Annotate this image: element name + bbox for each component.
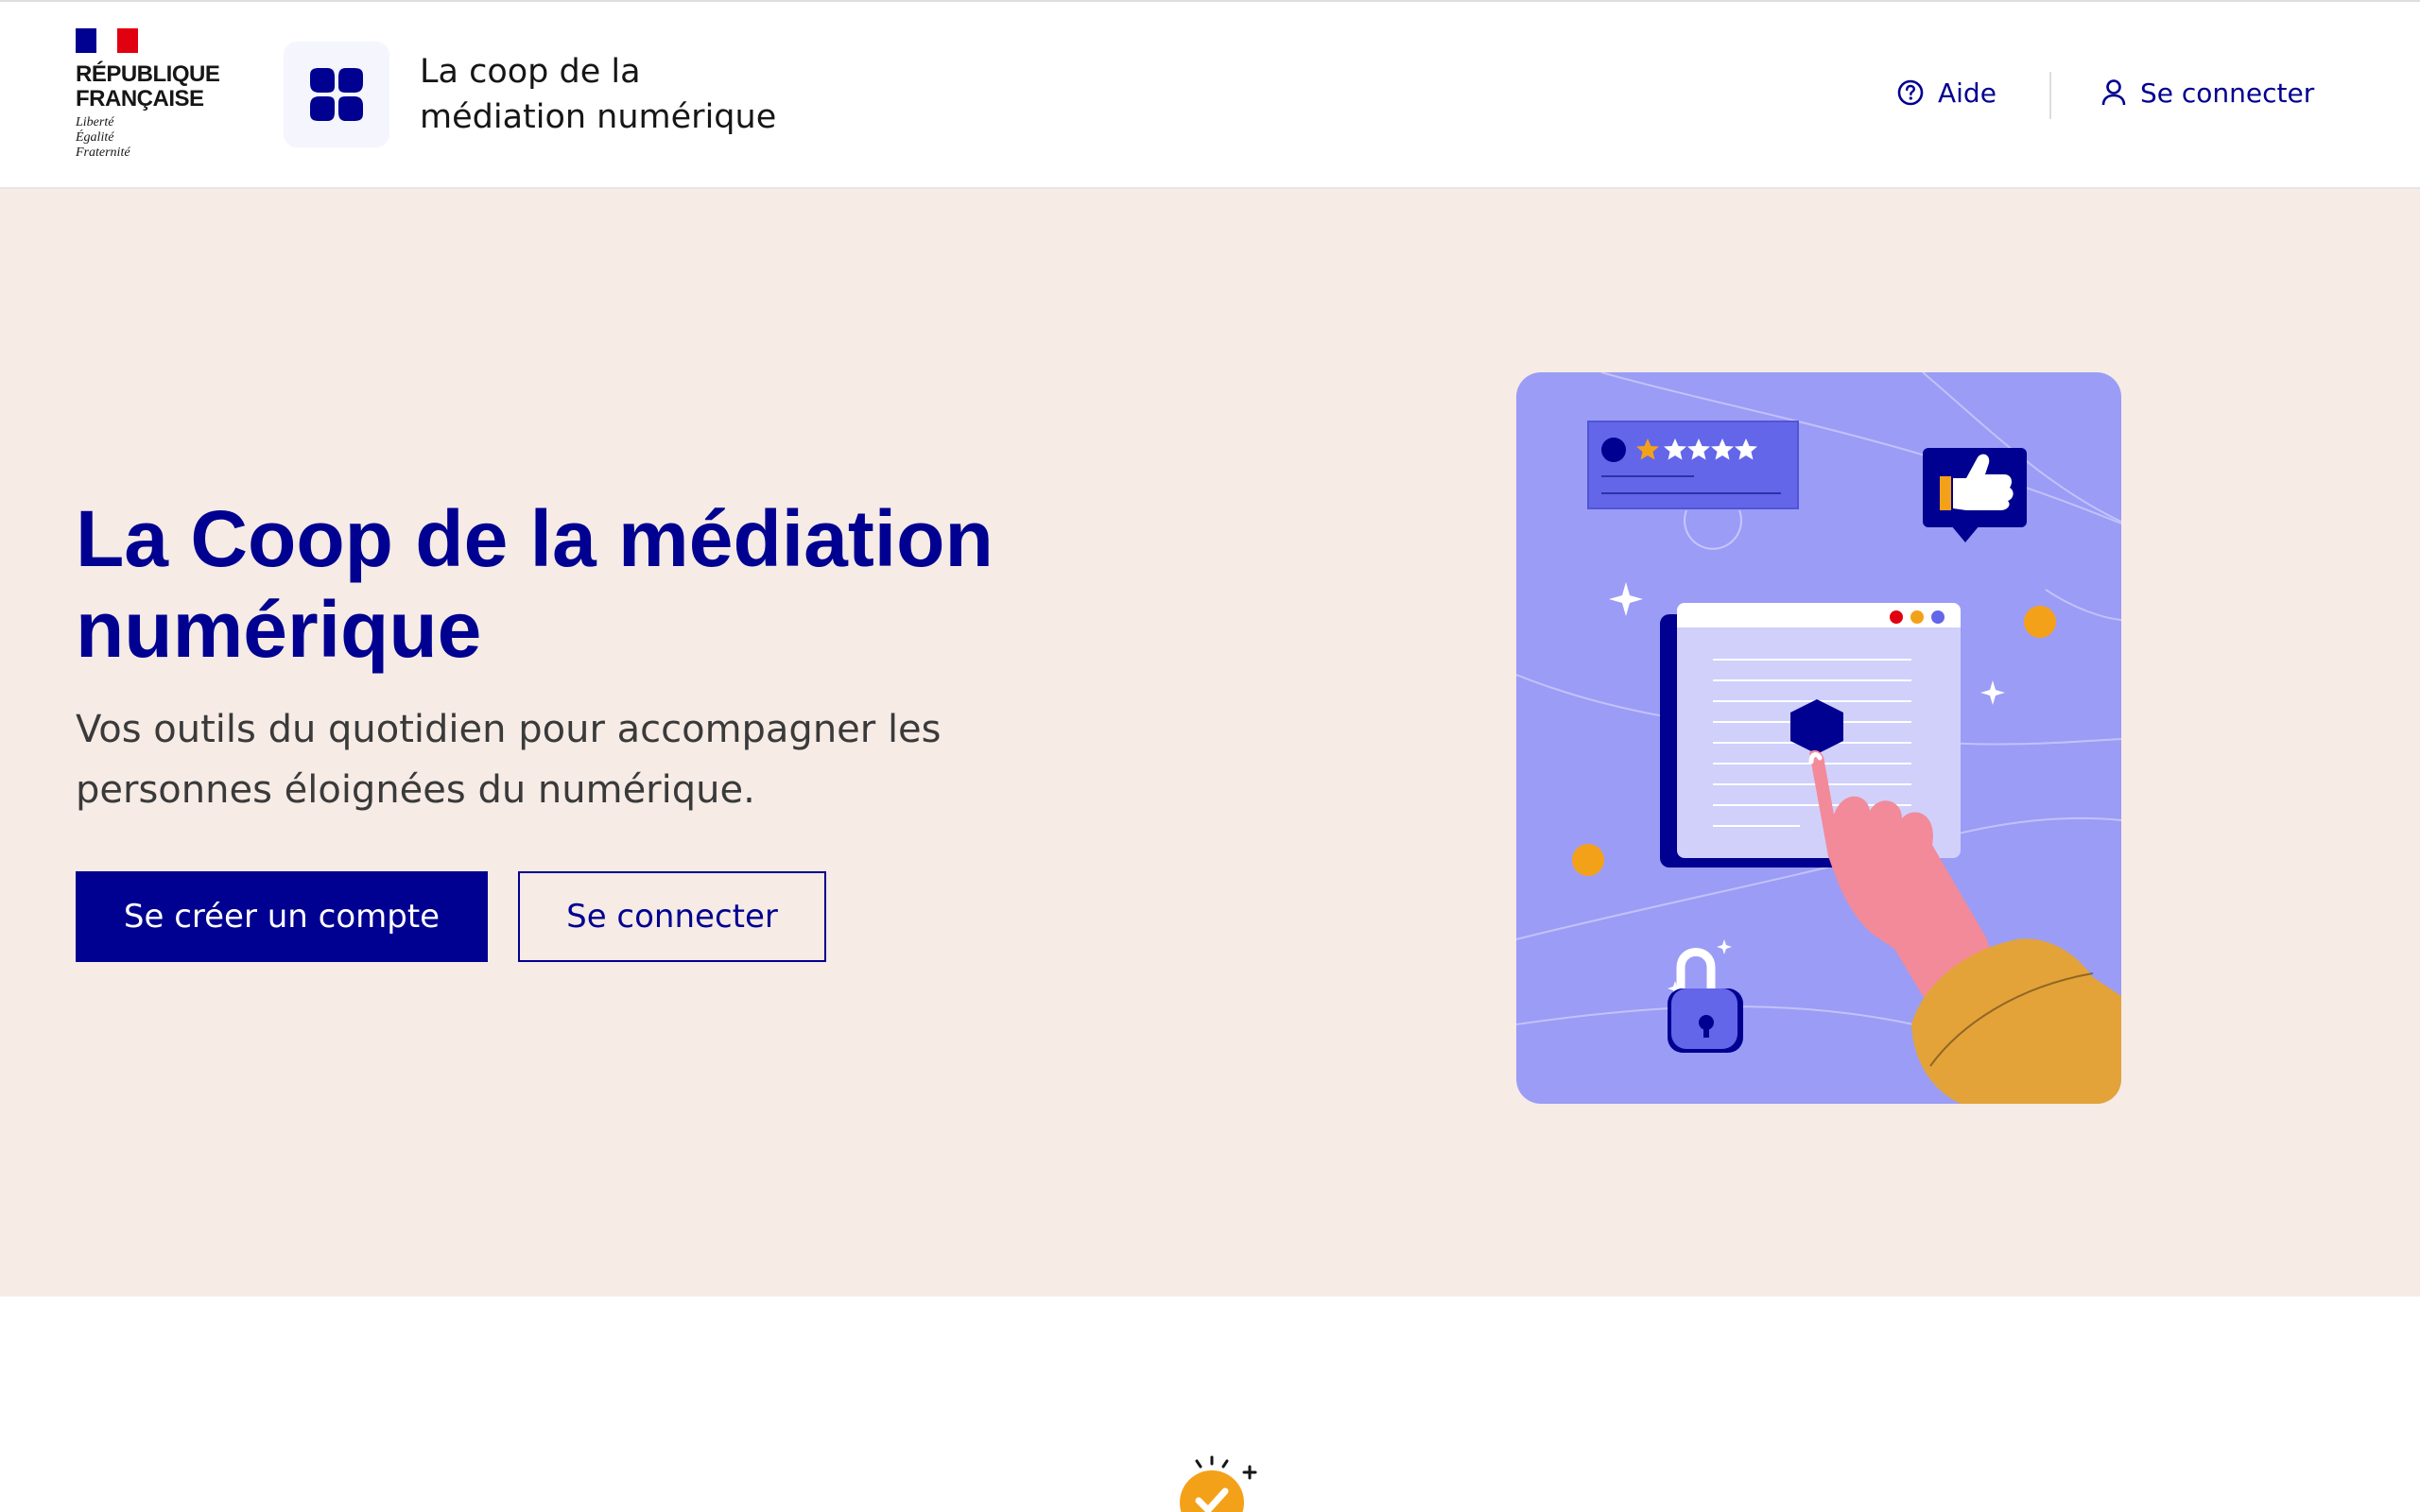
help-label: Aide: [1938, 77, 1996, 109]
header-login-link[interactable]: Se connecter: [2100, 72, 2314, 113]
nav-separator: [2049, 72, 2051, 119]
app-title[interactable]: La coop de la médiation numérique: [420, 49, 911, 140]
header-login-label: Se connecter: [2140, 77, 2315, 109]
gov-logo-motto: Liberté Égalité Fraternité: [76, 115, 189, 161]
hero-title: La Coop de la médiation numérique: [76, 494, 994, 674]
check-badge-icon: [1180, 1455, 1257, 1512]
motto-egalite: Égalité: [76, 130, 114, 145]
hero-login-button[interactable]: Se connecter: [518, 871, 826, 962]
user-icon: [2101, 79, 2126, 106]
app-title-line1: La coop de la: [420, 53, 641, 91]
hero-illustration: [1516, 372, 2121, 1104]
gov-logo-name: RÉPUBLIQUE FRANÇAISE: [76, 62, 246, 112]
motto-fraternite: Fraternité: [76, 146, 130, 160]
french-flag-icon: [76, 28, 138, 53]
hero-section: La Coop de la médiation numérique Vos ou…: [0, 189, 2420, 1297]
site-header: RÉPUBLIQUE FRANÇAISE Liberté Égalité Fra…: [0, 2, 2420, 189]
create-account-button[interactable]: Se créer un compte: [76, 871, 488, 962]
app-title-line2: médiation numérique: [420, 98, 777, 136]
hero-subtitle: Vos outils du quotidien pour accompagner…: [76, 708, 942, 812]
republique-francaise-logo[interactable]: RÉPUBLIQUE FRANÇAISE Liberté Égalité Fra…: [76, 28, 227, 170]
clover-icon: [310, 68, 363, 121]
gov-logo-name-line2: FRANÇAISE: [76, 86, 204, 112]
app-logo[interactable]: [284, 42, 389, 147]
gov-logo-name-line1: RÉPUBLIQUE: [76, 61, 220, 87]
question-circle-icon: [1897, 79, 1924, 106]
help-link[interactable]: Aide: [1896, 72, 1996, 113]
motto-liberte: Liberté: [76, 115, 114, 129]
